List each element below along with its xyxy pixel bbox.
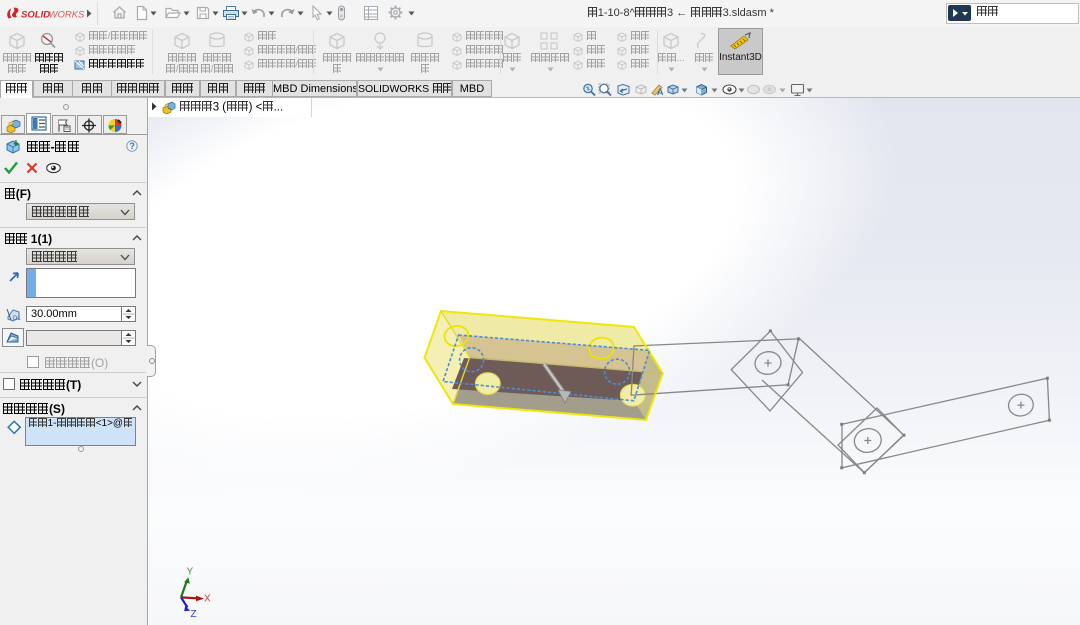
svg-text:?: ? — [129, 141, 135, 151]
svg-text:A: A — [657, 87, 664, 97]
svg-text:D1: D1 — [13, 316, 21, 322]
svg-text:Y: Y — [187, 567, 194, 578]
svg-text:X: X — [204, 594, 211, 605]
svg-text:SOLID: SOLID — [21, 10, 50, 21]
svg-text:Z: Z — [191, 609, 197, 620]
svg-text:WORKS: WORKS — [49, 10, 86, 21]
